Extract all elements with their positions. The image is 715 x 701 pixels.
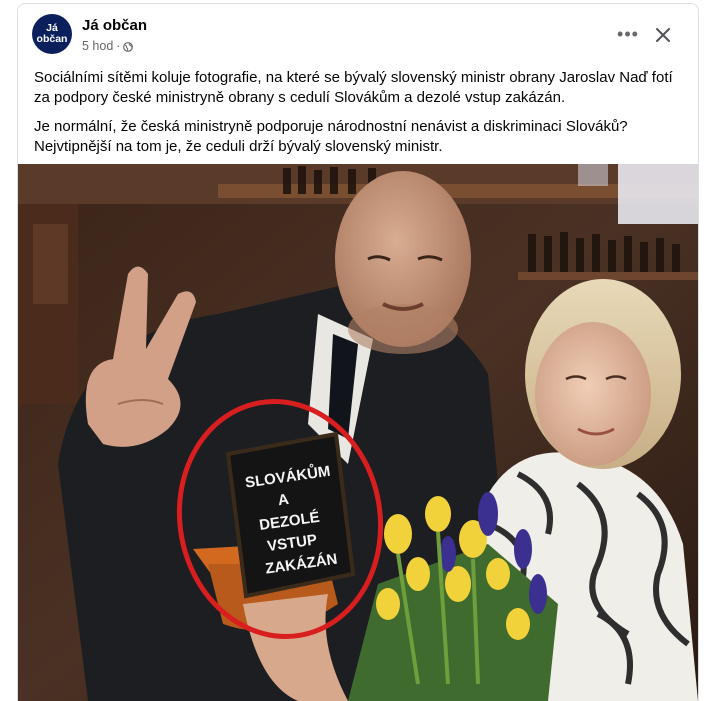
author-name[interactable]: Já občan bbox=[82, 17, 147, 34]
post-header: Já občan Já občan 5 hod · ••• bbox=[18, 4, 698, 64]
avatar-text-line2: občan bbox=[36, 33, 68, 45]
post-meta: 5 hod · bbox=[82, 39, 134, 53]
more-options-icon[interactable]: ••• bbox=[610, 20, 646, 48]
photo-illustration: SLOVÁKŮM A DEZOLÉ VSTUP ZAKÁZÁN bbox=[18, 164, 698, 701]
post-paragraph: Je normální, že česká ministryně podporu… bbox=[34, 118, 628, 155]
meta-separator: · bbox=[116, 39, 121, 53]
avatar[interactable]: Já občan bbox=[32, 14, 72, 54]
woman-face bbox=[535, 322, 651, 466]
close-icon[interactable] bbox=[648, 20, 678, 50]
post-card: Já občan Já občan 5 hod · ••• Sociálními… bbox=[17, 3, 699, 701]
globe-icon bbox=[123, 41, 134, 52]
post-body: Sociálními sítěmi koluje fotografie, na … bbox=[34, 68, 684, 166]
post-time[interactable]: 5 hod bbox=[82, 39, 113, 53]
post-paragraph: Sociálními sítěmi koluje fotografie, na … bbox=[34, 69, 673, 106]
post-photo[interactable]: SLOVÁKŮM A DEZOLÉ VSTUP ZAKÁZÁN bbox=[18, 164, 698, 701]
